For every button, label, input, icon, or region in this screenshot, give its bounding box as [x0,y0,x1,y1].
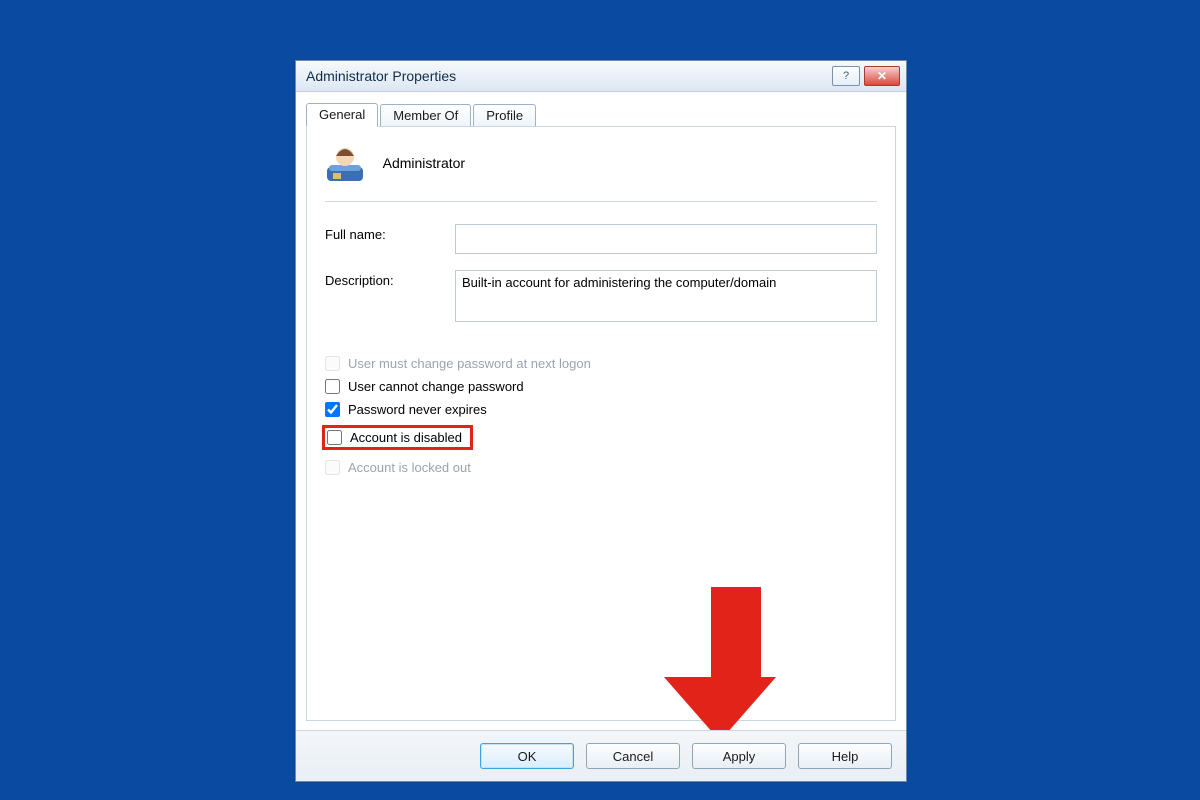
ok-button[interactable]: OK [480,743,574,769]
check-never-expires[interactable]: Password never expires [325,402,877,417]
description-input[interactable] [455,270,877,322]
row-full-name: Full name: [325,224,877,254]
check-account-disabled-label: Account is disabled [350,430,462,445]
check-account-disabled-box[interactable] [327,430,342,445]
row-description: Description: [325,270,877,322]
user-icon [325,143,365,183]
check-never-expires-box[interactable] [325,402,340,417]
account-name: Administrator [383,155,465,171]
description-label: Description: [325,270,455,288]
help-button-footer[interactable]: Help [798,743,892,769]
check-locked-out-label: Account is locked out [348,460,471,475]
check-account-disabled[interactable]: Account is disabled [327,430,462,445]
tab-profile[interactable]: Profile [473,104,536,127]
check-locked-out-box [325,460,340,475]
tab-panel-general: Administrator Full name: Description: Us… [306,126,896,721]
properties-dialog: Administrator Properties ? ✕ General Mem… [295,60,907,782]
check-must-change: User must change password at next logon [325,356,877,371]
tab-general[interactable]: General [306,103,378,127]
check-cannot-change-box[interactable] [325,379,340,394]
check-cannot-change-label: User cannot change password [348,379,524,394]
full-name-input[interactable] [455,224,877,254]
question-icon: ? [843,70,849,82]
apply-button[interactable]: Apply [692,743,786,769]
cancel-button[interactable]: Cancel [586,743,680,769]
account-disabled-highlight: Account is disabled [322,425,473,450]
divider [325,201,877,202]
window-title: Administrator Properties [306,68,828,84]
check-never-expires-label: Password never expires [348,402,487,417]
close-icon: ✕ [877,69,887,83]
check-must-change-label: User must change password at next logon [348,356,591,371]
close-button[interactable]: ✕ [864,66,900,86]
button-bar: OK Cancel Apply Help [296,730,906,781]
check-must-change-box [325,356,340,371]
tab-member-of[interactable]: Member Of [380,104,471,127]
titlebar[interactable]: Administrator Properties ? ✕ [296,61,906,92]
help-button[interactable]: ? [832,66,860,86]
tabstrip: General Member Of Profile [296,92,906,126]
check-cannot-change[interactable]: User cannot change password [325,379,877,394]
arrow-down-icon [695,587,776,741]
check-locked-out: Account is locked out [325,460,877,475]
full-name-label: Full name: [325,224,455,242]
